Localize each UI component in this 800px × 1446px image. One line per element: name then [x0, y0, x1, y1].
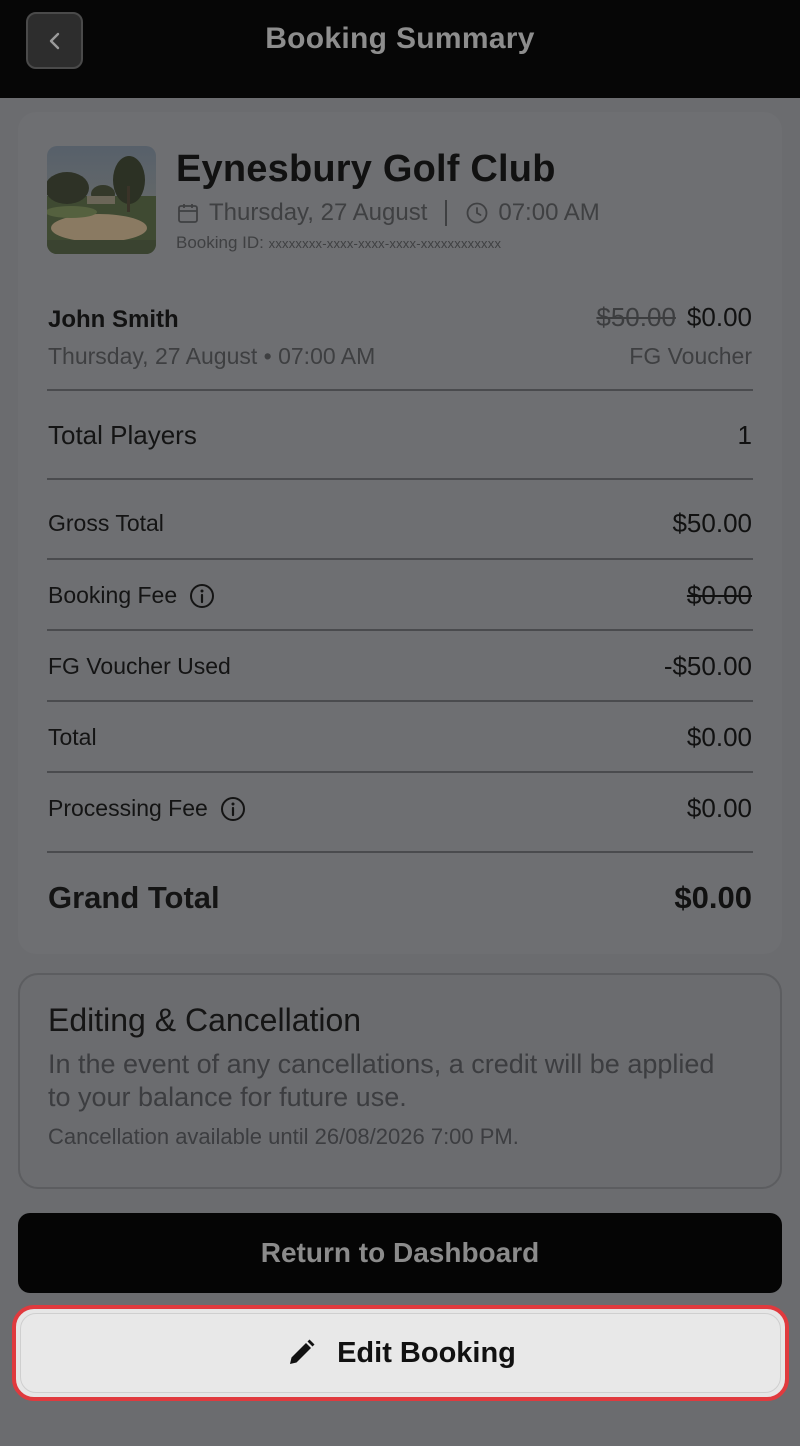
gross-total-value: $50.00 [672, 508, 752, 538]
course-thumbnail [47, 146, 156, 254]
edit-booking-label: Edit Booking [337, 1336, 516, 1369]
meta-divider [445, 200, 448, 226]
grand-total-label: Grand Total [48, 880, 220, 915]
grand-total-row: Grand Total $0.00 [48, 880, 752, 916]
total-row: Total $0.00 [48, 722, 752, 753]
booking-fee-value: $0.00 [686, 580, 752, 610]
divider [47, 700, 753, 702]
processing-fee-label-group: Processing Fee [48, 795, 246, 822]
voucher-label: FG Voucher Used [48, 653, 231, 679]
edit-booking-button[interactable]: Edit Booking [20, 1313, 781, 1393]
discounted-price: $0.00 [686, 302, 752, 332]
processing-fee-value: $0.00 [686, 793, 752, 823]
total-players-value: 1 [737, 420, 752, 450]
pencil-icon [290, 1339, 315, 1364]
cancellation-deadline: Cancellation available until 26/08/2026 … [48, 1124, 519, 1149]
original-price: $50.00 [596, 302, 676, 332]
total-players-row: Total Players 1 [48, 420, 752, 451]
booking-fee-label-group: Booking Fee [48, 582, 215, 609]
booking-fee-label: Booking Fee [48, 582, 178, 608]
editing-body: In the event of any cancellations, a cre… [48, 1049, 715, 1112]
total-players-label: Total Players [48, 420, 197, 450]
booking-id-value: xxxxxxxx-xxxx-xxxx-xxxx-xxxxxxxxxxxx [268, 236, 502, 251]
discount-label: FG Voucher [629, 343, 752, 369]
divider [47, 851, 753, 853]
gross-total-row: Gross Total $50.00 [48, 508, 752, 539]
divider [47, 771, 753, 773]
course-name: Eynesbury Golf Club [176, 148, 556, 190]
page-title: Booking Summary [265, 22, 535, 55]
editing-title: Editing & Cancellation [48, 1002, 362, 1038]
divider [47, 389, 753, 391]
voucher-value: -$50.00 [663, 651, 752, 681]
booking-fee-row: Booking Fee $0.00 [48, 580, 752, 611]
grand-total-value: $0.00 [674, 880, 752, 915]
total-label: Total [48, 724, 97, 750]
player-details: Thursday, 27 August • 07:00 AM [48, 343, 376, 369]
booking-date-time: Thursday, 27 August 07:00 AM [176, 198, 600, 228]
booking-time: 07:00 AM [498, 199, 600, 226]
clock-icon [466, 202, 488, 224]
divider [47, 478, 753, 480]
gross-total-label: Gross Total [48, 510, 164, 536]
voucher-row: FG Voucher Used -$50.00 [48, 651, 752, 682]
processing-fee-label: Processing Fee [48, 795, 208, 821]
divider [47, 629, 753, 631]
total-value: $0.00 [686, 722, 752, 752]
app-header: Booking Summary [0, 0, 800, 98]
divider [47, 558, 753, 560]
player-price: $50.00 $0.00 [596, 302, 752, 333]
player-name: John Smith [48, 306, 179, 333]
processing-fee-row: Processing Fee $0.00 [48, 793, 752, 824]
booking-date: Thursday, 27 August [209, 199, 428, 226]
return-to-dashboard-button[interactable]: Return to Dashboard [18, 1213, 782, 1293]
info-icon[interactable] [189, 583, 215, 609]
info-icon[interactable] [220, 796, 246, 822]
booking-id-label: Booking ID: [176, 233, 264, 252]
booking-id: Booking ID: xxxxxxxx-xxxx-xxxx-xxxx-xxxx… [176, 233, 501, 253]
calendar-icon [178, 204, 198, 223]
edit-booking-highlight: Edit Booking [12, 1305, 789, 1401]
